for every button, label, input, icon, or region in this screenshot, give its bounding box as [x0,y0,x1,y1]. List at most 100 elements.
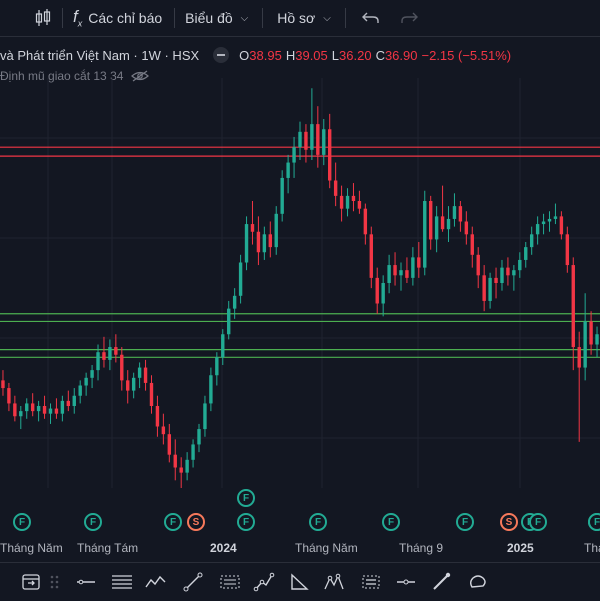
candle-body [197,429,201,445]
candle-body [381,283,385,304]
financial-event-marker[interactable]: F [237,489,255,507]
candle-body [108,347,112,360]
candle-body [244,224,249,263]
grip-icon [50,575,59,589]
financial-event-marker[interactable]: F [164,513,182,531]
symbol-legend: và Phát triển Việt Nam · 1W · HSX O 38.95… [0,44,600,66]
candle-body [60,400,65,414]
price-chart[interactable] [0,78,600,488]
dotted-range-icon[interactable] [218,570,242,594]
candle-body [90,370,94,378]
open-value: 38.95 [249,47,282,63]
triangle-icon[interactable] [287,570,311,594]
financial-event-marker[interactable]: F [237,513,255,531]
candle-body [215,357,219,376]
time-axis-label: Tháng Năm [295,541,358,555]
candle-body [149,382,154,406]
trend-line-icon[interactable] [181,570,205,594]
candles-style-button[interactable] [0,0,62,36]
profile-menu-label: Hồ sơ [277,10,316,26]
candle-body [583,321,587,368]
candle-body [387,265,391,283]
collapse-legend-icon[interactable] [213,47,230,63]
financial-event-marker[interactable]: F [382,513,400,531]
candle-body [375,277,379,304]
candle-body [541,221,546,225]
path-icon[interactable] [252,570,276,594]
candle-body [137,367,142,378]
candle-body [25,403,29,412]
candle-body [250,224,255,232]
candle-body [102,352,106,360]
candle-body [452,206,457,219]
chart-menu-label: Biểu đồ [185,10,233,26]
candle-body [1,380,5,389]
candle-body [328,129,332,181]
split-event-marker[interactable]: S [500,513,518,531]
undo-icon [361,12,379,23]
ray-icon[interactable] [394,570,418,594]
redo-button[interactable] [390,0,428,36]
horizontal-line-icon[interactable] [74,570,98,594]
candle-body [292,147,296,163]
close-label: C [375,47,385,63]
high-label: H [285,47,296,63]
undo-button[interactable] [346,0,390,36]
indicators-button[interactable]: fx Các chỉ báo [63,0,174,36]
low-label: L [331,47,340,63]
brush-icon[interactable] [429,570,453,594]
rounded-rect-icon[interactable] [466,570,490,594]
financial-event-marker[interactable]: F [84,513,102,531]
calendar-range-icon[interactable] [19,570,43,594]
pattern-icon[interactable] [322,570,346,594]
candle-body [339,195,344,209]
candle-body [553,216,558,219]
profile-menu-button[interactable]: Hồ sơ ⌵ [263,0,345,36]
symbol-title[interactable]: và Phát triển Việt Nam · 1W · HSX [0,48,199,63]
candle-body [500,267,504,283]
candle-body [179,467,183,473]
zigzag-icon[interactable] [144,570,168,594]
financial-event-marker[interactable]: F [588,513,600,531]
events-row: FFFSFFFFFSFFFF [0,486,600,536]
parallel-channel-icon[interactable] [110,570,134,594]
candle-body [393,265,397,276]
candle-body [42,406,47,414]
candle-body [120,354,124,381]
candle-body [221,334,225,358]
candle-body [262,234,267,253]
candle-body [191,444,195,460]
candle-body [322,129,326,155]
financial-event-marker[interactable]: F [13,513,31,531]
candle-body [310,124,314,150]
candle-body [559,216,564,235]
time-axis[interactable]: Tháng Năm Tháng Tám 2024 Tháng Năm Tháng 9 20… [0,538,600,558]
candle-body [155,406,160,427]
candle-body [464,221,469,235]
candle-body [405,270,409,278]
bars-pattern-icon[interactable] [359,570,383,594]
financial-event-marker[interactable]: F [456,513,474,531]
candle-body [589,321,593,345]
time-axis-label: Thá [584,541,600,555]
split-event-marker[interactable]: S [187,513,205,531]
redo-icon [401,12,418,23]
candle-body [577,347,581,368]
candle-body [304,131,308,150]
financial-event-marker[interactable]: F [309,513,327,531]
financial-event-marker[interactable]: F [529,513,547,531]
candle-body [161,426,166,435]
candle-body [440,216,445,230]
candle-body [345,195,350,209]
candle-body [476,254,480,276]
candle-body [399,270,403,276]
candle-body [143,367,148,383]
candle-body [333,180,338,196]
candle-body [238,262,243,296]
candle-body [423,201,427,268]
candle-body [316,124,320,155]
chart-menu-button[interactable]: Biểu đồ ⌵ [175,0,262,36]
open-label: O [239,47,250,63]
candle-body [167,434,172,455]
candle-body [357,201,362,209]
